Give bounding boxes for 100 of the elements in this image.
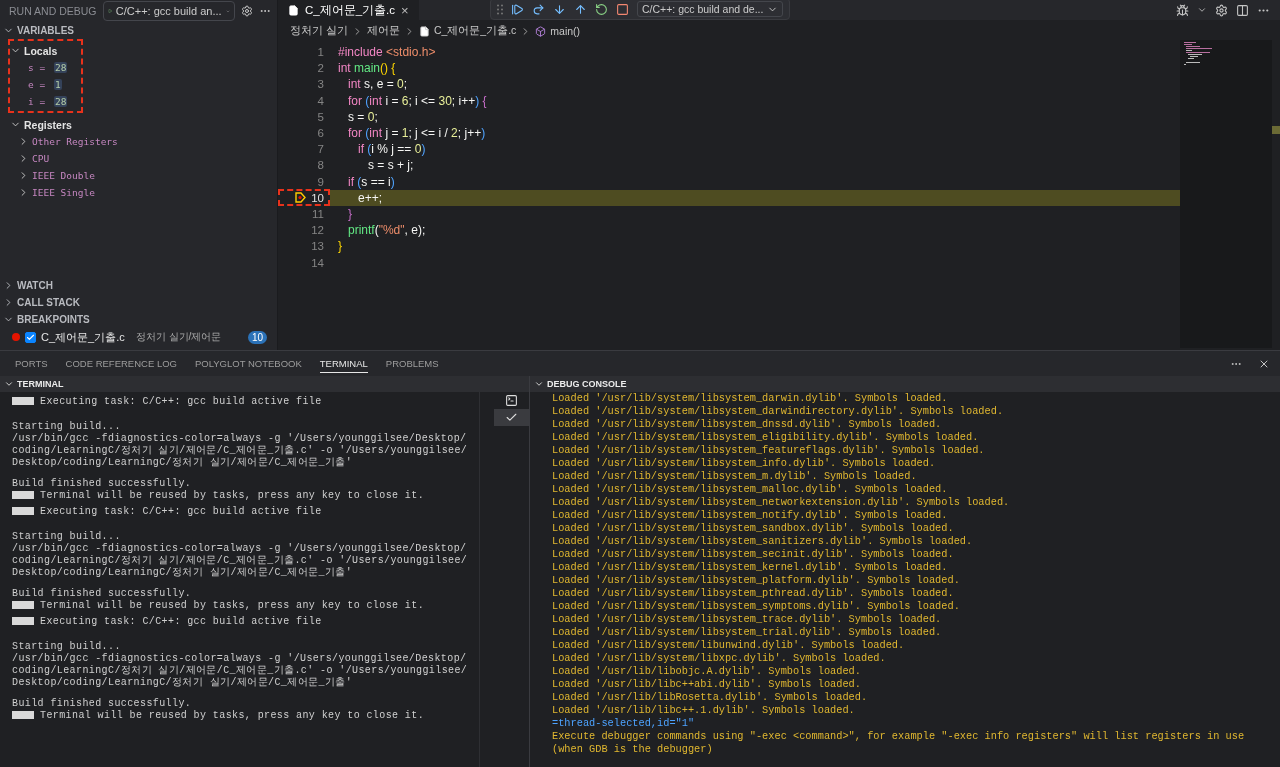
tree-item[interactable]: Locals (10, 42, 81, 59)
chevron-down-icon[interactable] (1197, 5, 1207, 15)
console-line: Loaded '/usr/lib/system/libsystem_platform.dylib'. Symbols loaded. (552, 574, 961, 587)
console-line: Loaded '/usr/lib/libRosetta.dylib'. Symbols loaded. (552, 691, 869, 704)
step-into-icon[interactable] (553, 2, 566, 16)
editor-tab[interactable]: C_제어문_기출.c × (278, 0, 419, 20)
console-line: Loaded '/usr/lib/system/libxpc.dylib'. Symbols loaded. (552, 652, 887, 665)
terminal-line: /usr/bin/gcc -fdiagnostics-color=always -g '/Users/younggilsee/Desktop/coding/LearningC/정처기 실기/제어문/C_제어문_기출.c' -o '/Users/younggilsee/Desktop/coding/LearningC/정처기 실기/제어문/C_제어문_기출' (12, 433, 469, 469)
line-number: 4 (317, 94, 324, 107)
check-icon (505, 411, 518, 424)
terminal-line: Terminal will be reused by tasks, press any key to close it. (40, 600, 425, 612)
chevron-down-icon[interactable] (4, 379, 14, 389)
section-header[interactable]: BREAKPOINTS (0, 311, 277, 328)
terminal-line: Executing task: C/C++: gcc build active file (40, 616, 322, 628)
terminal-line: Starting build... (12, 531, 121, 543)
terminal-line: Executing task: C/C++: gcc build active file (40, 396, 322, 408)
code-line: s = s + j; (367, 158, 414, 173)
tree-item[interactable]: Registers (10, 116, 275, 133)
chevron-down-icon[interactable] (534, 379, 544, 389)
terminal-line: Starting build... (12, 641, 121, 653)
method-icon (535, 25, 547, 37)
console-line: Loaded '/usr/lib/system/libsystem_sandbox.dylib'. Symbols loaded. (552, 522, 955, 535)
settings-icon[interactable] (240, 5, 253, 17)
task-marker-icon (12, 491, 34, 499)
console-line: Loaded '/usr/lib/system/libsystem_m.dylib'. Symbols loaded. (552, 470, 918, 483)
debug-config-select[interactable]: C/C++: gcc build and de... (637, 1, 784, 17)
console-line: Loaded '/usr/lib/system/libsystem_eligibility.dylib'. Symbols loaded. (552, 431, 980, 444)
section-header[interactable]: WATCH (0, 277, 277, 294)
debug-config-select[interactable]: C/C++: gcc build an... (102, 1, 235, 21)
code-line: if (s == i) (347, 174, 395, 189)
terminal-line: Terminal will be reused by tasks, press any key to close it. (40, 710, 425, 722)
terminal-icon (505, 394, 518, 407)
console-line: Loaded '/usr/lib/system/libsystem_featureflags.dylib'. Symbols loaded. (552, 444, 986, 457)
variable-row[interactable]: e = 1 (10, 76, 81, 93)
breakpoint-item[interactable]: C_제어문_기출.c 정처기 실기/제어문 10 (0, 328, 277, 346)
tree-item[interactable]: Other Registers (10, 133, 275, 150)
console-line: Loaded '/usr/lib/system/libsystem_dnssd.dylib'. Symbols loaded. (552, 418, 943, 431)
terminal-line: Terminal will be reused by tasks, press any key to close it. (40, 490, 425, 502)
console-line: Loaded '/usr/lib/system/libsystem_trial.dylib'. Symbols loaded. (552, 626, 943, 639)
line-number: 9 (317, 175, 324, 188)
line-number: 10 (311, 191, 324, 204)
console-line: Loaded '/usr/lib/system/libsystem_symptoms.dylib'. Symbols loaded. (552, 600, 961, 613)
breadcrumb-item[interactable]: C_제어문_기출.c (433, 24, 517, 38)
tree-item[interactable]: IEEE Double (10, 167, 275, 184)
task-marker-icon (12, 397, 34, 405)
panel-tab[interactable]: PROBLEMS (385, 354, 439, 373)
variable-row[interactable]: s = 28 (10, 59, 81, 76)
section-header[interactable]: CALL STACK (0, 294, 277, 311)
step-over-icon[interactable] (532, 2, 545, 16)
task-marker-icon (12, 711, 34, 719)
console-line: Loaded '/usr/lib/system/libsystem_secinit.dylib'. Symbols loaded. (552, 548, 955, 561)
section-header[interactable]: DEBUG CONSOLE (530, 376, 1280, 392)
breadcrumb-item[interactable]: main() (550, 25, 581, 37)
console-line: Loaded '/usr/lib/system/libsystem_malloc.dylib'. Symbols loaded. (552, 483, 949, 496)
console-line: Loaded '/usr/lib/system/libunwind.dylib'. Symbols loaded. (552, 639, 906, 652)
code-line: } (337, 239, 342, 254)
line-number: 5 (317, 110, 324, 123)
task-marker-icon (12, 617, 34, 625)
terminal-line: Build finished successfully. (12, 478, 192, 490)
line-number: 2 (317, 62, 324, 75)
continue-icon[interactable] (511, 2, 524, 16)
sidebar-title: RUN AND DEBUG (9, 5, 97, 17)
console-line: Loaded '/usr/lib/libc++abi.dylib'. Symbols loaded. (552, 678, 862, 691)
console-line: Loaded '/usr/lib/libc++.1.dylib'. Symbols loaded. (552, 704, 856, 717)
console-line: Loaded '/usr/lib/system/libsystem_info.dylib'. Symbols loaded. (552, 457, 937, 470)
scrollbar-marker (1272, 126, 1280, 134)
console-line: Loaded '/usr/lib/libobjc.A.dylib'. Symbols loaded. (552, 665, 862, 678)
section-header[interactable]: TERMINAL (0, 376, 529, 392)
line-number: 12 (311, 224, 324, 237)
panel-tab[interactable]: POLYGLOT NOTEBOOK (194, 354, 302, 373)
line-number: 13 (311, 240, 324, 253)
code-line: printf("%d", e); (347, 223, 426, 238)
breadcrumb-item[interactable]: 정처기 실기 (290, 24, 348, 38)
terminal-line: /usr/bin/gcc -fdiagnostics-color=always -g '/Users/younggilsee/Desktop/coding/LearningC/정처기 실기/제어문/C_제어문_기출.c' -o '/Users/younggilsee/Desktop/coding/LearningC/정처기 실기/제어문/C_제어문_기출' (12, 653, 469, 689)
panel-tab[interactable]: PORTS (15, 354, 48, 373)
close-icon[interactable]: × (401, 2, 409, 18)
grip-icon[interactable] (497, 3, 503, 15)
tree-item[interactable]: IEEE Single (10, 184, 275, 201)
panel-tab[interactable]: CODE REFERENCE LOG (65, 354, 177, 373)
restart-icon[interactable] (595, 2, 608, 16)
tree-item[interactable]: CPU (10, 150, 275, 167)
breadcrumb-item[interactable]: 제어문 (366, 24, 400, 38)
checkbox[interactable] (25, 331, 36, 343)
stop-icon[interactable] (616, 2, 629, 16)
split-editor-icon[interactable] (1236, 3, 1249, 17)
console-line: Loaded '/usr/lib/system/libsystem_darwindirectory.dylib'. Symbols loaded. (552, 405, 1005, 418)
code-line: for (int i = 6; i <= 30; i++) { (347, 93, 487, 108)
file-icon (418, 25, 430, 37)
task-marker-icon (12, 601, 34, 609)
line-number: 6 (317, 127, 324, 140)
code-line: int s, e = 0; (347, 77, 408, 92)
terminal-line: Build finished successfully. (12, 588, 192, 600)
panel-tab[interactable]: TERMINAL (319, 354, 368, 373)
console-line: Loaded '/usr/lib/system/libsystem_sanitizers.dylib'. Symbols loaded. (552, 535, 974, 548)
variable-row[interactable]: i = 28 (10, 93, 81, 110)
settings-icon[interactable] (1215, 3, 1228, 17)
section-header[interactable]: VARIABLES (0, 22, 277, 39)
step-out-icon[interactable] (574, 2, 587, 16)
breakpoint-dot-icon (12, 333, 20, 341)
line-number: 3 (317, 78, 324, 91)
